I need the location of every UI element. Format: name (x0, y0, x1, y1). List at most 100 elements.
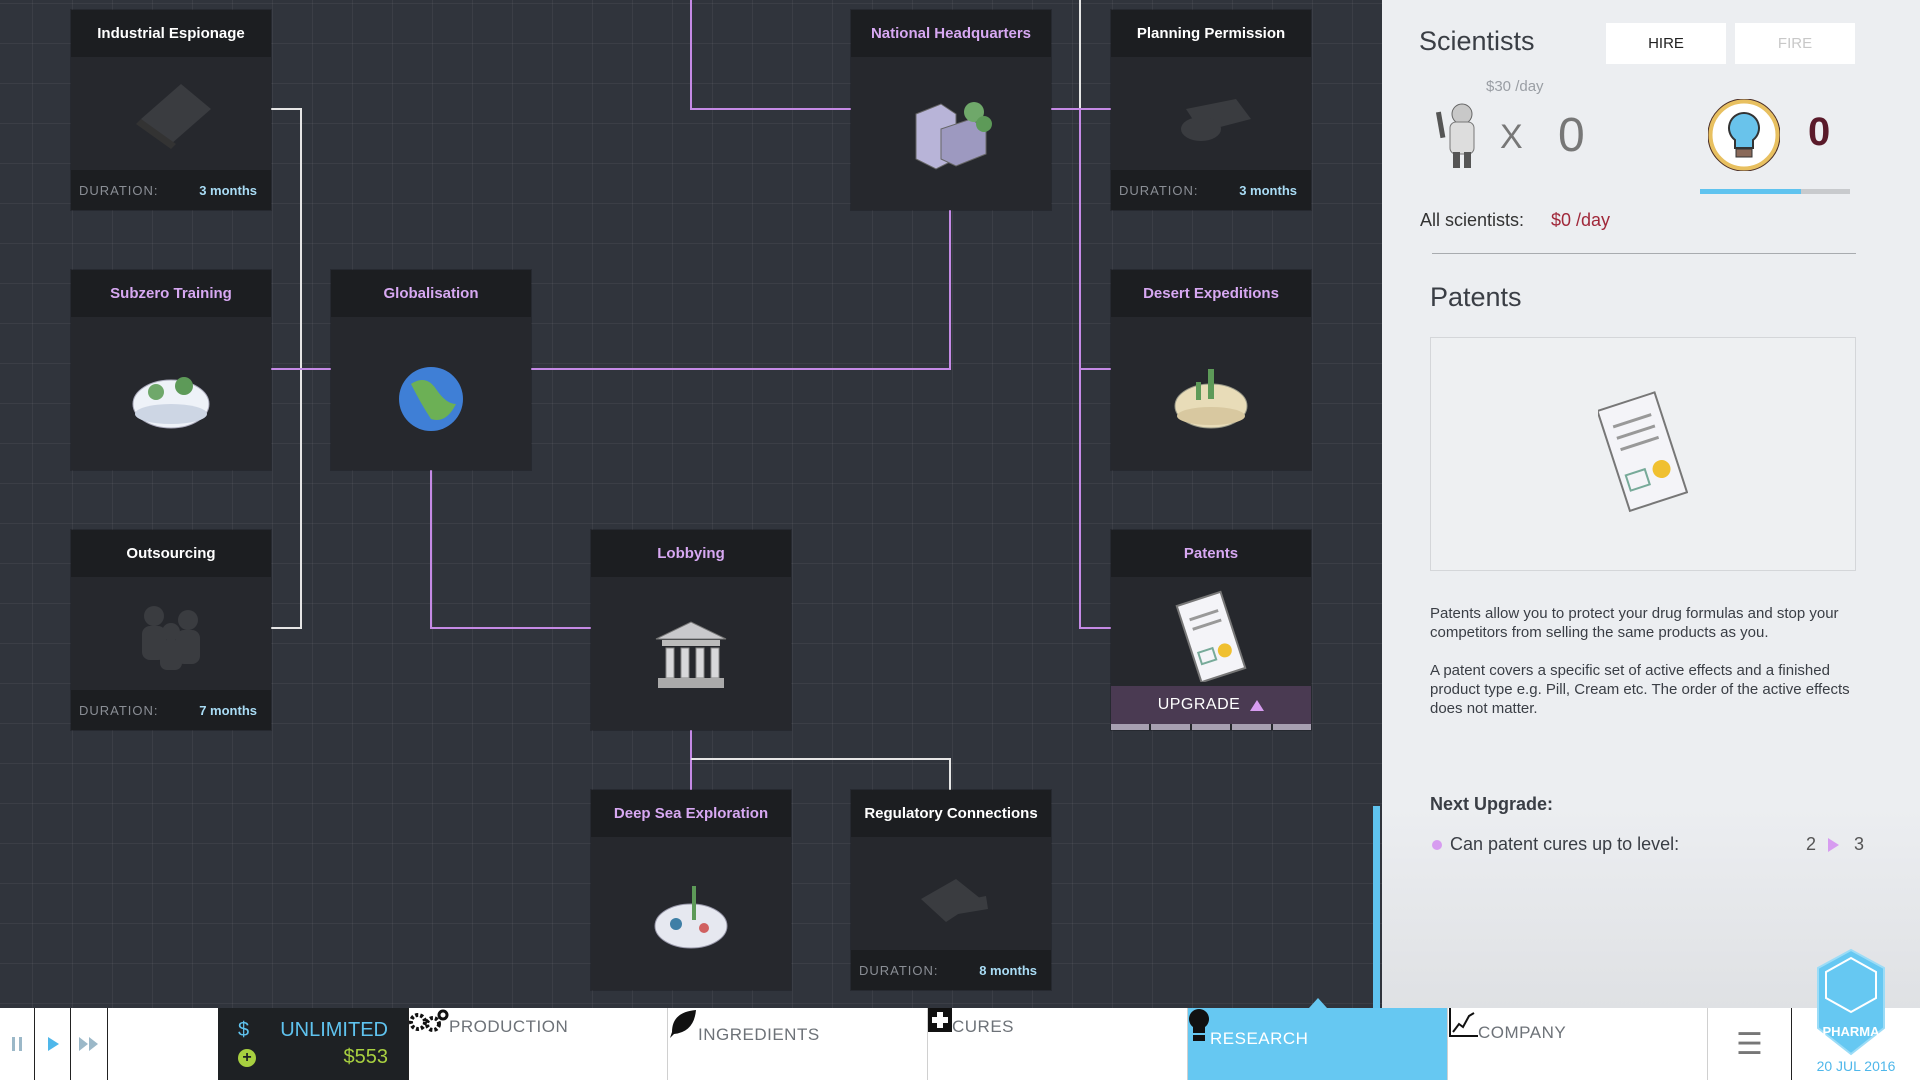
card-title: Regulatory Connections (851, 790, 1051, 837)
upgrade-label: UPGRADE (1157, 696, 1241, 713)
money-display: $ UNLIMITED + $553 (218, 1008, 409, 1080)
research-card-patents[interactable]: Patents UPGRADE (1111, 530, 1312, 730)
to-level: 3 (1854, 834, 1865, 854)
money-limit: UNLIMITED (280, 1019, 388, 1041)
sea-island-icon (654, 885, 728, 948)
card-title: Outsourcing (71, 530, 271, 577)
hire-button[interactable]: HIRE (1606, 23, 1726, 64)
card-title: Deep Sea Exploration (591, 790, 791, 837)
card-title: Globalisation (331, 270, 531, 317)
duration-value: 7 months (199, 702, 257, 718)
government-building-icon (655, 620, 727, 688)
nav-label: PRODUCTION (449, 1017, 569, 1036)
nav-cures[interactable]: CURES (928, 1008, 1188, 1080)
card-title: Planning Permission (1111, 10, 1311, 57)
scientist-cost: $30 /day (1486, 78, 1544, 95)
duration-value: 3 months (1239, 182, 1297, 198)
fast-forward-button[interactable] (71, 1008, 108, 1080)
all-scientists-cost: $0 /day (1551, 210, 1611, 230)
nav-company[interactable]: COMPANY (1448, 1008, 1708, 1080)
date-display: PHARMA 20 JUL 2016 (1792, 948, 1920, 1080)
research-card-globalisation[interactable]: Globalisation (331, 270, 531, 470)
upgrade-button[interactable]: UPGRADE (1111, 686, 1311, 724)
scientists-title: Scientists (1419, 26, 1535, 56)
card-title: Industrial Espionage (71, 10, 271, 57)
nav-label: CURES (952, 1017, 1015, 1036)
duration-label: DURATION: (859, 962, 939, 978)
bullet-icon (1432, 840, 1442, 850)
stamp-icon (1181, 98, 1251, 141)
detail-title: Patents (1430, 282, 1522, 312)
duration-value: 8 months (979, 962, 1037, 978)
leaf-icon (668, 1010, 698, 1044)
duration-label: DURATION: (79, 182, 159, 198)
scientist-icon (1435, 103, 1475, 168)
duration-footer: DURATION: 8 months (851, 950, 1051, 990)
duration-label: DURATION: (1119, 182, 1199, 198)
upgrade-segment (1111, 724, 1150, 730)
duration-value: 3 months (199, 182, 257, 198)
all-scientists-label: All scientists: (1420, 210, 1525, 230)
globe-icon (399, 366, 463, 431)
certificate-icon (1598, 391, 1688, 513)
upgrade-level-segments (1111, 724, 1312, 730)
detail-description-2: A patent covers a specific set of active… (1430, 662, 1850, 717)
nav-label: INGREDIENTS (698, 1025, 820, 1044)
research-card-national-headquarters[interactable]: National Headquarters (851, 10, 1051, 210)
card-title: Desert Expeditions (1111, 270, 1311, 317)
upgrade-segment (1272, 724, 1312, 730)
fire-button[interactable]: FIRE (1735, 23, 1855, 64)
card-title: Lobbying (591, 530, 791, 577)
research-card-outsourcing[interactable]: Outsourcing DURATION: 7 months (71, 530, 271, 730)
upgrade-arrow-icon (1250, 699, 1265, 711)
svg-text:PHARMA: PHARMA (1822, 1024, 1880, 1039)
panel-scroll-indicator[interactable] (1373, 806, 1380, 1008)
upgrade-item-label: Can patent cures up to level: (1450, 834, 1680, 854)
nav-label: COMPANY (1478, 1023, 1567, 1042)
menu-button[interactable]: ☰ (1708, 1008, 1792, 1080)
card-title: Patents (1111, 530, 1311, 577)
research-card-industrial-espionage[interactable]: Industrial Espionage DURATION: 3 months (71, 10, 271, 210)
card-title: Subzero Training (71, 270, 271, 317)
research-card-regulatory-connections[interactable]: Regulatory Connections DURATION: 8 months (851, 790, 1051, 990)
cash-amount: $553 (343, 1046, 389, 1068)
hamburger-icon: ☰ (1736, 1027, 1763, 1061)
research-card-planning-permission[interactable]: Planning Permission DURATION: 3 months (1111, 10, 1311, 210)
dollar-icon: $ (238, 1019, 250, 1041)
nav-ingredients[interactable]: INGREDIENTS (668, 1008, 928, 1080)
research-lightbulb-icon (1708, 99, 1780, 171)
bottom-bar: $ UNLIMITED + $553 PRODUCTION INGREDIENTS CU… (0, 948, 1920, 1080)
snow-island-icon (132, 376, 210, 428)
research-card-subzero-training[interactable]: Subzero Training (71, 270, 271, 470)
divider (1432, 253, 1856, 254)
office-buildings-icon (915, 101, 992, 170)
multiply-sign: X (1500, 118, 1523, 156)
big-pharma-logo: PHARMA (1817, 948, 1885, 1056)
gears-icon (409, 1009, 449, 1036)
chart-icon (1448, 1008, 1478, 1042)
documents-icon (921, 878, 988, 922)
play-button[interactable] (35, 1008, 71, 1080)
pause-icon (12, 1037, 22, 1051)
duration-footer: DURATION: 3 months (1111, 170, 1311, 210)
certificate-icon (1175, 590, 1247, 682)
from-level: 2 (1806, 834, 1817, 854)
lightbulb-icon (1188, 1009, 1210, 1048)
nav-label: RESEARCH (1210, 1029, 1309, 1048)
research-card-desert-expeditions[interactable]: Desert Expeditions (1111, 270, 1311, 470)
research-card-deep-sea-exploration[interactable]: Deep Sea Exploration (591, 790, 791, 990)
research-points: 0 (1808, 110, 1831, 154)
next-upgrade-label: Next Upgrade: (1430, 794, 1554, 814)
research-card-lobbying[interactable]: Lobbying (591, 530, 791, 730)
nav-research[interactable]: RESEARCH (1188, 998, 1448, 1080)
cross-icon (928, 1008, 952, 1036)
add-cash-icon[interactable]: + (238, 1048, 256, 1067)
detail-image (1430, 337, 1856, 571)
desert-island-icon (1174, 368, 1248, 428)
scientist-count: 0 (1558, 109, 1585, 162)
nav-production[interactable]: PRODUCTION (409, 1008, 668, 1080)
play-icon (47, 1037, 59, 1051)
duration-label: DURATION: (79, 702, 159, 718)
pause-button[interactable] (0, 1008, 35, 1080)
